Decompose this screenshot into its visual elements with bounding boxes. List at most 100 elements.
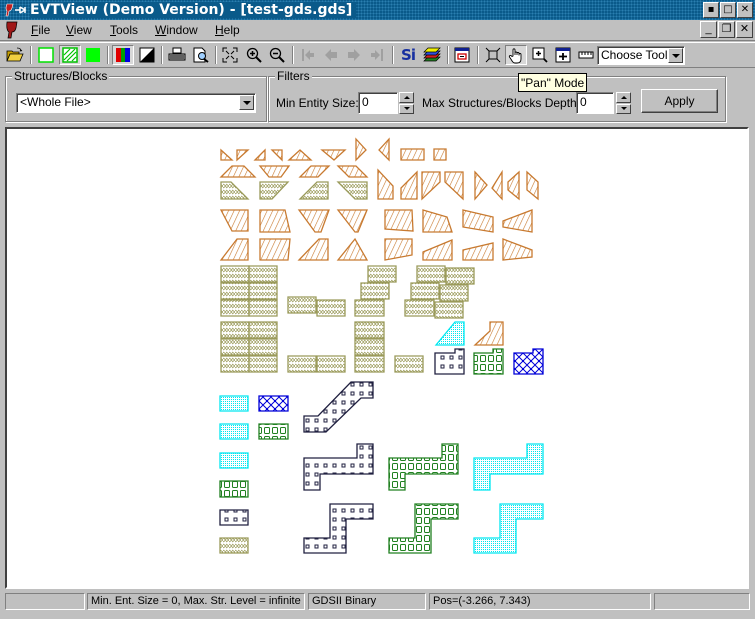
spin-down-icon[interactable] bbox=[616, 103, 631, 114]
outline-mode-button[interactable] bbox=[35, 45, 57, 65]
document-icon[interactable] bbox=[4, 21, 20, 39]
layout-polygon[interactable] bbox=[303, 443, 374, 491]
layout-polygon[interactable] bbox=[219, 395, 249, 412]
layout-polygon[interactable] bbox=[219, 537, 249, 554]
layout-polygon[interactable] bbox=[220, 282, 250, 300]
layout-polygon[interactable] bbox=[378, 137, 390, 162]
app-icon[interactable] bbox=[4, 2, 28, 18]
layout-polygon[interactable] bbox=[220, 299, 250, 317]
layout-polygon[interactable] bbox=[421, 171, 441, 201]
layout-polygon[interactable] bbox=[400, 148, 425, 161]
layout-polygon[interactable] bbox=[422, 209, 453, 233]
menu-help[interactable]: Help bbox=[215, 23, 240, 37]
apply-button[interactable]: Apply bbox=[641, 89, 718, 113]
layout-polygon[interactable] bbox=[360, 282, 390, 300]
layout-polygon[interactable] bbox=[220, 321, 250, 339]
layout-polygon[interactable] bbox=[270, 149, 283, 162]
layout-polygon[interactable] bbox=[384, 238, 413, 261]
layout-polygon[interactable] bbox=[248, 321, 278, 339]
layout-polygon[interactable] bbox=[462, 242, 494, 261]
layout-polygon[interactable] bbox=[384, 209, 414, 232]
min-entity-spinner[interactable] bbox=[399, 92, 414, 114]
max-depth-input[interactable]: 0 bbox=[576, 92, 614, 114]
layout-polygon[interactable] bbox=[354, 299, 385, 317]
layout-polygon[interactable] bbox=[491, 169, 503, 201]
layout-polygon[interactable] bbox=[219, 480, 249, 498]
layout-polygon[interactable] bbox=[434, 321, 465, 346]
layout-polygon[interactable] bbox=[219, 452, 249, 469]
measure-button[interactable] bbox=[575, 45, 597, 65]
si-info-button[interactable]: Si bbox=[397, 45, 419, 65]
hatch-mode-button[interactable] bbox=[59, 45, 81, 65]
layout-polygon[interactable] bbox=[298, 165, 331, 178]
previous-view-button[interactable] bbox=[320, 45, 342, 65]
layout-polygon[interactable] bbox=[316, 299, 346, 317]
layout-polygon[interactable] bbox=[287, 149, 313, 161]
layout-polygon[interactable] bbox=[259, 181, 290, 200]
mdi-restore-button[interactable]: ❐ bbox=[718, 21, 735, 38]
window-close-button[interactable]: ✕ bbox=[737, 2, 753, 18]
open-file-button[interactable] bbox=[4, 45, 26, 65]
tool-select-dropdown[interactable]: Choose Tool bbox=[597, 46, 685, 65]
layers-button[interactable] bbox=[421, 45, 443, 65]
layout-polygon[interactable] bbox=[388, 503, 459, 554]
max-depth-spinner[interactable] bbox=[616, 92, 631, 114]
layout-polygon[interactable] bbox=[253, 148, 266, 161]
pan-mode-button[interactable] bbox=[505, 45, 527, 65]
spin-up-icon[interactable] bbox=[399, 92, 414, 103]
layout-polygon[interactable] bbox=[473, 443, 544, 491]
layout-polygon[interactable] bbox=[298, 181, 329, 200]
zoom-window-button[interactable] bbox=[529, 45, 551, 65]
layout-polygon[interactable] bbox=[404, 299, 435, 317]
layout-polygon[interactable] bbox=[303, 381, 374, 433]
mdi-minimize-button[interactable]: _ bbox=[700, 21, 717, 38]
layout-polygon[interactable] bbox=[355, 137, 367, 162]
layout-polygon[interactable] bbox=[248, 265, 278, 283]
layout-polygon[interactable] bbox=[394, 355, 424, 373]
layout-polygon[interactable] bbox=[219, 165, 257, 178]
menu-view[interactable]: View bbox=[66, 23, 92, 37]
layout-polygon[interactable] bbox=[439, 284, 469, 302]
layout-polygon[interactable] bbox=[410, 282, 440, 300]
layout-polygon[interactable] bbox=[259, 238, 291, 261]
layout-polygon[interactable] bbox=[526, 170, 539, 201]
spin-down-icon[interactable] bbox=[399, 103, 414, 114]
layout-polygon[interactable] bbox=[287, 296, 317, 314]
chevron-down-icon[interactable] bbox=[668, 48, 683, 63]
fill-mode-button[interactable] bbox=[82, 45, 104, 65]
layout-polygon[interactable] bbox=[219, 209, 249, 232]
layout-polygon[interactable] bbox=[445, 267, 475, 285]
layout-polygon[interactable] bbox=[297, 209, 330, 233]
layout-polygon[interactable] bbox=[422, 239, 453, 261]
layout-polygon[interactable] bbox=[433, 148, 447, 161]
layout-polygon[interactable] bbox=[220, 338, 250, 356]
layout-polygon[interactable] bbox=[473, 503, 544, 554]
layout-polygon[interactable] bbox=[388, 443, 459, 491]
layout-polygon[interactable] bbox=[287, 355, 317, 373]
layout-polygon[interactable] bbox=[336, 237, 369, 261]
last-view-button[interactable] bbox=[366, 45, 388, 65]
print-button[interactable] bbox=[166, 45, 188, 65]
zoom-in-button[interactable] bbox=[243, 45, 265, 65]
layout-polygon[interactable] bbox=[248, 355, 278, 373]
invert-colors-button[interactable] bbox=[136, 45, 158, 65]
layout-polygon[interactable] bbox=[258, 395, 289, 412]
layout-polygon[interactable] bbox=[248, 282, 278, 300]
structure-select[interactable]: <Whole File> bbox=[16, 93, 256, 113]
select-mode-button[interactable] bbox=[482, 45, 504, 65]
layout-polygon[interactable] bbox=[354, 321, 385, 339]
layout-polygon[interactable] bbox=[297, 238, 329, 261]
first-view-button[interactable] bbox=[297, 45, 319, 65]
layout-polygon[interactable] bbox=[434, 301, 464, 319]
print-preview-button[interactable] bbox=[190, 45, 212, 65]
window-toggle-button[interactable] bbox=[451, 45, 473, 65]
layout-polygon[interactable] bbox=[473, 321, 504, 346]
layout-polygon[interactable] bbox=[502, 209, 533, 233]
layout-polygon[interactable] bbox=[219, 423, 249, 440]
layout-polygon[interactable] bbox=[220, 355, 250, 373]
layout-polygon[interactable] bbox=[354, 355, 385, 373]
window-minimize-button[interactable]: ▪ bbox=[703, 2, 719, 18]
layout-polygon[interactable] bbox=[354, 338, 385, 356]
layout-polygon[interactable] bbox=[220, 181, 250, 200]
layout-polygon[interactable] bbox=[473, 348, 504, 375]
